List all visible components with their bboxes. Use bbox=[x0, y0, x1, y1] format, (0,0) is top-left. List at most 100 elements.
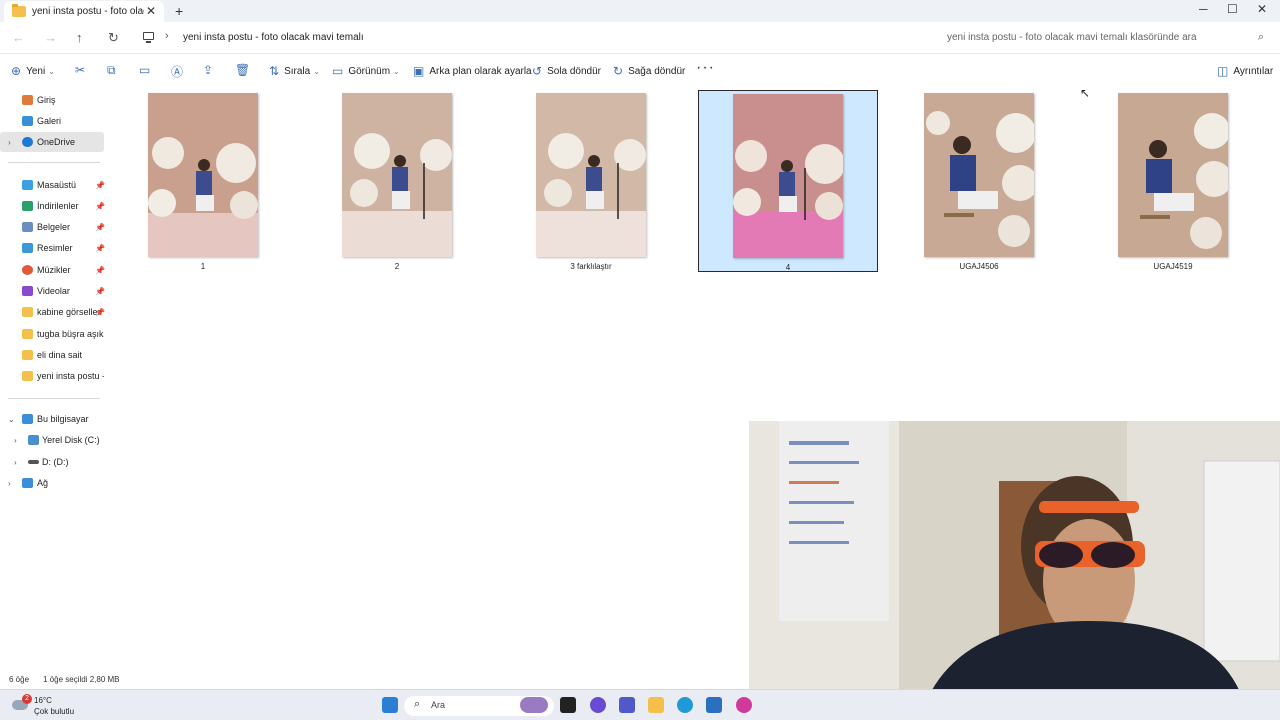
chevron-right-icon[interactable]: › bbox=[8, 479, 11, 488]
delete-icon[interactable]: 🗑 bbox=[235, 63, 250, 77]
sidebar-item-yeni-insta-postu[interactable]: yeni insta postu - f bbox=[0, 366, 104, 386]
store-icon[interactable] bbox=[706, 697, 722, 713]
sidebar-item-onedrive[interactable]: › OneDrive bbox=[0, 132, 104, 152]
more-options-button[interactable]: ··· bbox=[696, 59, 715, 77]
sidebar-item-kabine-gorseller[interactable]: kabine görseller 📌 bbox=[0, 302, 105, 322]
chevron-down-icon: ⌄ bbox=[48, 66, 55, 76]
sidebar-item-label: Masaüstü bbox=[37, 180, 77, 190]
sidebar-item-tugba-busra[interactable]: tugba büşra aşık dü bbox=[0, 324, 104, 344]
image-thumbnail bbox=[1118, 93, 1228, 257]
teams-icon[interactable] bbox=[619, 697, 635, 713]
sort-icon: ⇅ bbox=[269, 64, 280, 78]
sidebar-item-videos[interactable]: Videolar 📌 bbox=[0, 281, 105, 301]
sidebar-item-label: İndirilenler bbox=[37, 201, 79, 211]
folder-icon bbox=[22, 307, 33, 317]
gallery-icon bbox=[22, 116, 33, 126]
windows-start-icon[interactable] bbox=[382, 697, 398, 713]
edge-icon[interactable] bbox=[677, 697, 693, 713]
rename-icon[interactable]: Ⓐ bbox=[171, 63, 183, 80]
pictures-icon bbox=[22, 243, 33, 253]
sidebar-item-eli-dina-sait[interactable]: eli dina sait bbox=[0, 345, 104, 365]
desktop-icon bbox=[22, 180, 33, 190]
sidebar-item-pictures[interactable]: Resimler 📌 bbox=[0, 238, 105, 258]
search-icon[interactable]: ⌕ bbox=[1258, 31, 1264, 44]
tab-close-icon[interactable]: ✕ bbox=[146, 4, 156, 18]
image-thumbnail bbox=[342, 93, 452, 257]
view-button[interactable]: ▭ Görünüm ⌄ bbox=[332, 64, 400, 78]
file-name: 3 farklılaştır bbox=[570, 262, 612, 271]
set-background-label: Arka plan olarak ayarla bbox=[429, 65, 532, 77]
paste-icon[interactable]: ▭ bbox=[139, 63, 150, 77]
maximize-button[interactable]: ☐ bbox=[1227, 2, 1238, 16]
folder-icon bbox=[12, 4, 26, 17]
sidebar-item-drive-c[interactable]: › Yerel Disk (C:) bbox=[0, 430, 104, 450]
sidebar-item-documents[interactable]: Belgeler 📌 bbox=[0, 217, 105, 237]
drive-icon bbox=[28, 435, 39, 445]
rotate-right-button[interactable]: ↻ Sağa döndür bbox=[613, 64, 685, 78]
sort-button[interactable]: ⇅ Sırala ⌄ bbox=[269, 64, 320, 78]
minimize-button[interactable]: ─ bbox=[1199, 2, 1208, 16]
sidebar-item-downloads[interactable]: İndirilenler 📌 bbox=[0, 196, 105, 216]
new-button[interactable]: ⊕ Yeni ⌄ bbox=[11, 64, 55, 78]
new-tab-button[interactable]: + bbox=[175, 3, 183, 19]
forward-button[interactable]: → bbox=[44, 30, 57, 45]
weather-widget[interactable]: 2 16°C Çok bulutlu bbox=[8, 694, 88, 718]
music-icon bbox=[22, 265, 33, 275]
window-close-button[interactable]: ✕ bbox=[1257, 2, 1267, 16]
chevron-down-icon[interactable]: ⌄ bbox=[8, 415, 15, 424]
sidebar-item-label: Belgeler bbox=[37, 222, 71, 232]
file-item[interactable]: 2 bbox=[308, 90, 488, 272]
sidebar-item-desktop[interactable]: Masaüstü 📌 bbox=[0, 175, 105, 195]
file-item[interactable]: UGAJ4506 bbox=[890, 90, 1070, 272]
up-button[interactable]: ↑ bbox=[76, 30, 83, 45]
rotate-left-icon: ↺ bbox=[532, 64, 543, 78]
new-label: Yeni bbox=[26, 65, 46, 77]
home-icon bbox=[22, 95, 33, 105]
breadcrumb[interactable]: yeni insta postu - foto olacak mavi tema… bbox=[183, 32, 364, 43]
breadcrumb-chevron-icon[interactable]: › bbox=[165, 30, 169, 42]
network-icon bbox=[22, 478, 33, 488]
computer-icon[interactable] bbox=[143, 32, 154, 43]
sidebar-item-label: Videolar bbox=[37, 286, 70, 296]
sidebar-item-this-pc[interactable]: ⌄ Bu bilgisayar bbox=[0, 409, 104, 429]
back-button[interactable]: ← bbox=[12, 30, 25, 45]
sidebar-item-home[interactable]: Giriş bbox=[0, 90, 104, 110]
terminal-icon[interactable] bbox=[560, 697, 576, 713]
copy-icon[interactable]: ⧉ bbox=[107, 63, 116, 78]
widgets-icon[interactable] bbox=[520, 697, 548, 713]
rotate-left-button[interactable]: ↺ Sola döndür bbox=[532, 64, 601, 78]
status-bar: 6 öğe 1 öğe seçildi 2,80 MB bbox=[0, 672, 760, 688]
search-input[interactable]: yeni insta postu - foto olacak mavi tema… bbox=[938, 26, 1272, 50]
set-background-button[interactable]: ▣ Arka plan olarak ayarla bbox=[413, 64, 532, 78]
chevron-right-icon[interactable]: › bbox=[14, 436, 17, 445]
image-thumbnail bbox=[536, 93, 646, 257]
refresh-button[interactable]: ↻ bbox=[108, 30, 119, 46]
navigation-pane: Giriş Galeri › OneDrive Masaüstü 📌 İndir… bbox=[0, 88, 110, 670]
copilot-icon[interactable] bbox=[590, 697, 606, 713]
instagram-icon[interactable] bbox=[736, 697, 752, 713]
chevron-right-icon[interactable]: › bbox=[14, 458, 17, 467]
mouse-cursor-icon: ↖ bbox=[1080, 86, 1091, 100]
search-icon: ⌕ bbox=[414, 698, 421, 710]
file-item[interactable]: 1 bbox=[114, 90, 294, 272]
details-button[interactable]: ◫ Ayrıntılar bbox=[1217, 64, 1273, 78]
cut-icon[interactable]: ✂ bbox=[75, 63, 85, 77]
file-item[interactable]: 3 farklılaştır bbox=[502, 90, 682, 272]
tab-explorer[interactable]: yeni insta postu - foto olacak ✕ bbox=[4, 1, 164, 22]
sort-label: Sırala bbox=[284, 65, 311, 77]
share-icon[interactable]: ⇪ bbox=[203, 63, 213, 77]
sidebar-item-drive-d[interactable]: › D: (D:) bbox=[0, 452, 104, 472]
chevron-right-icon[interactable]: › bbox=[8, 138, 11, 147]
sidebar-item-label: Giriş bbox=[37, 95, 56, 105]
file-item-selected[interactable]: 4 bbox=[698, 90, 878, 272]
sidebar-item-gallery[interactable]: Galeri bbox=[0, 111, 104, 131]
file-explorer-icon[interactable] bbox=[648, 697, 664, 713]
sidebar-item-music[interactable]: Müzikler 📌 bbox=[0, 260, 105, 280]
pin-icon: 📌 bbox=[95, 222, 105, 232]
file-item[interactable]: UGAJ4519 bbox=[1084, 90, 1264, 272]
folder-icon bbox=[22, 350, 33, 360]
sidebar-item-network[interactable]: › Ağ bbox=[0, 473, 104, 493]
pin-icon: 📌 bbox=[95, 201, 105, 211]
sidebar-item-label: kabine görseller bbox=[37, 307, 101, 317]
selection-info: 1 öğe seçildi 2,80 MB bbox=[43, 675, 120, 684]
